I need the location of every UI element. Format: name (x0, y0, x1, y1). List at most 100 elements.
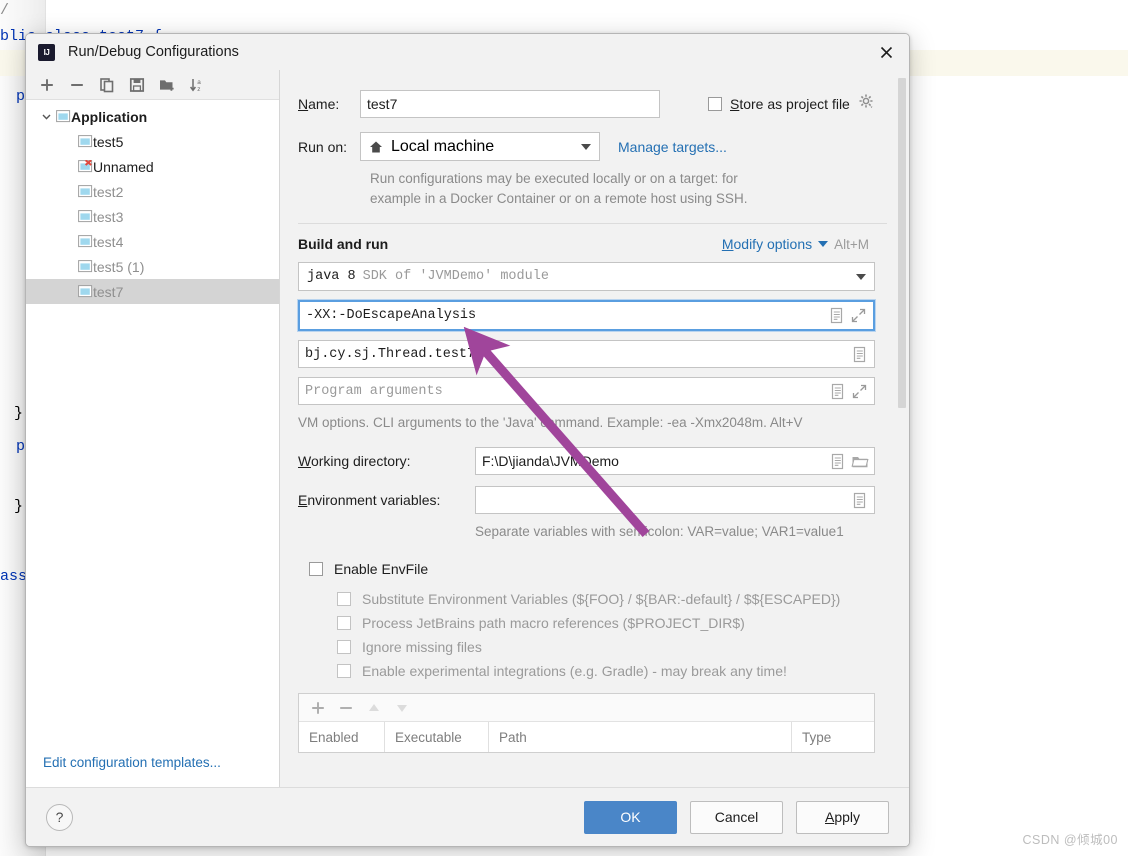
envfile-add-button[interactable] (305, 696, 331, 720)
close-icon[interactable] (871, 38, 901, 66)
program-arguments-input[interactable]: Program arguments (298, 377, 875, 405)
envfile-table: Enabled Executable Path Type (298, 693, 875, 753)
ok-button[interactable]: OK (584, 800, 677, 834)
working-directory-input[interactable]: F:\D\jianda\JVMDemo (475, 447, 875, 475)
gear-icon[interactable] (858, 93, 875, 115)
working-directory-label: Working directory: (298, 453, 411, 469)
vm-options-input[interactable]: -XX:-DoEscapeAnalysis (297, 299, 876, 332)
enable-envfile-checkbox[interactable] (309, 562, 323, 576)
code-line: p (16, 438, 26, 455)
jdk-select[interactable]: java 8 SDK of 'JVMDemo' module (298, 262, 875, 291)
name-input[interactable]: test7 (360, 90, 660, 118)
envfile-move-up-button[interactable] (361, 696, 387, 720)
name-label: Name: (298, 96, 340, 112)
dialog-title: Run/Debug Configurations (68, 44, 239, 60)
configuration-icon (78, 184, 93, 197)
main-class-input[interactable]: bj.cy.sj.Thread.test7 (298, 340, 875, 368)
save-configuration-button[interactable] (124, 73, 150, 97)
envfile-sub-option-checkbox-3[interactable] (337, 664, 351, 678)
chevron-down-icon (581, 143, 591, 150)
expand-arrows-icon[interactable] (850, 307, 867, 324)
tree-item-label: test3 (93, 208, 124, 225)
chevron-down-icon[interactable] (38, 111, 54, 122)
chevron-down-icon (856, 273, 866, 280)
tree-item-label: test5 (1) (93, 258, 145, 275)
tree-item-test3[interactable]: test3 (26, 204, 279, 229)
environment-variables-input[interactable] (475, 486, 875, 514)
tree-item-test7[interactable]: test7 (26, 279, 279, 304)
apply-button[interactable]: Apply (796, 800, 889, 834)
configurations-panel: az Application test5 Unnamed test2 test3 test… (26, 70, 280, 787)
code-line: } (14, 405, 24, 422)
configurations-toolbar: az (26, 70, 279, 100)
envfile-remove-button[interactable] (333, 696, 359, 720)
run-on-select[interactable]: Local machine (360, 132, 600, 161)
dialog-body: az Application test5 Unnamed test2 test3 test… (26, 70, 909, 787)
envfile-sub-option-label-2: Ignore missing files (362, 639, 482, 655)
form-scrollbar-thumb[interactable] (898, 78, 906, 408)
run-on-hint-line-1: Run configurations may be executed local… (370, 171, 738, 186)
code-line: / (0, 2, 10, 19)
table-column-header[interactable]: Path (489, 722, 792, 752)
tree-item-test2[interactable]: test2 (26, 179, 279, 204)
configuration-icon (78, 234, 93, 247)
tree-item-test5-1[interactable]: test5 (1) (26, 254, 279, 279)
modify-options-link[interactable]: Modify options (722, 236, 812, 252)
run-on-hint-line-2: example in a Docker Container or on a re… (370, 191, 748, 206)
macro-document-icon[interactable] (829, 453, 846, 470)
environment-variables-hint: Separate variables with semicolon: VAR=v… (475, 524, 844, 539)
remove-configuration-button[interactable] (64, 73, 90, 97)
vm-options-value: -XX:-DoEscapeAnalysis (306, 308, 477, 323)
working-directory-value: F:\D\jianda\JVMDemo (482, 453, 619, 469)
macro-document-icon[interactable] (851, 492, 868, 509)
tree-item-test5[interactable]: test5 (26, 129, 279, 154)
envfile-move-down-button[interactable] (389, 696, 415, 720)
help-button[interactable]: ? (46, 803, 73, 831)
configurations-tree[interactable]: Application test5 Unnamed test2 test3 test4 te… (26, 100, 279, 787)
tree-group-application[interactable]: Application (26, 104, 279, 129)
code-line: } (14, 498, 24, 515)
add-configuration-button[interactable] (34, 73, 60, 97)
environment-variables-label: Environment variables: (298, 492, 441, 508)
cancel-button[interactable]: Cancel (690, 800, 783, 834)
envfile-sub-option-checkbox-1[interactable] (337, 616, 351, 630)
vm-options-hint: VM options. CLI arguments to the 'Java' … (298, 415, 803, 430)
tree-item-test4[interactable]: test4 (26, 229, 279, 254)
tree-item-unnamed[interactable]: Unnamed (26, 154, 279, 179)
macro-document-icon[interactable] (851, 346, 868, 363)
run-debug-configurations-dialog: Run/Debug Configurations az Application t… (25, 33, 910, 847)
envfile-sub-option-checkbox-0[interactable] (337, 592, 351, 606)
modify-options-shortcut: Alt+M (834, 236, 869, 252)
envfile-sub-option-label-1: Process JetBrains path macro references … (362, 615, 745, 631)
code-line: ass (0, 568, 28, 585)
copy-configuration-button[interactable] (94, 73, 120, 97)
tree-item-label: test4 (93, 233, 124, 250)
macro-document-icon[interactable] (829, 383, 846, 400)
store-as-project-file-checkbox[interactable] (708, 97, 722, 111)
section-divider (298, 223, 887, 224)
run-on-hint: Run configurations may be executed local… (370, 169, 887, 209)
svg-text:a: a (197, 79, 201, 86)
envfile-sub-option-row: Process JetBrains path macro references … (337, 615, 887, 631)
new-folder-button[interactable] (154, 73, 180, 97)
envfile-sub-option-label-0: Substitute Environment Variables (${FOO}… (362, 591, 841, 607)
table-column-header[interactable]: Executable (385, 722, 489, 752)
configuration-icon (78, 284, 93, 297)
program-arguments-placeholder: Program arguments (305, 383, 443, 399)
expand-arrows-icon[interactable] (851, 383, 868, 400)
folder-browse-icon[interactable] (851, 453, 869, 470)
build-and-run-title: Build and run (298, 236, 389, 252)
run-on-label: Run on: (298, 138, 348, 155)
edit-configuration-templates-link[interactable]: Edit configuration templates... (43, 755, 221, 770)
envfile-sub-option-label-3: Enable experimental integrations (e.g. G… (362, 663, 787, 679)
manage-targets-link[interactable]: Manage targets... (618, 139, 727, 155)
tree-item-label: Unnamed (93, 158, 154, 175)
table-column-header[interactable]: Enabled (299, 722, 385, 752)
envfile-sub-options: Substitute Environment Variables (${FOO}… (298, 591, 887, 679)
sort-configurations-button[interactable]: az (184, 73, 210, 97)
envfile-sub-option-checkbox-2[interactable] (337, 640, 351, 654)
configuration-form-panel: Name: test7 Store as project file Run on… (280, 70, 909, 787)
macro-document-icon[interactable] (828, 307, 845, 324)
table-column-header[interactable]: Type (792, 722, 874, 752)
form-scrollbar[interactable] (896, 70, 907, 787)
